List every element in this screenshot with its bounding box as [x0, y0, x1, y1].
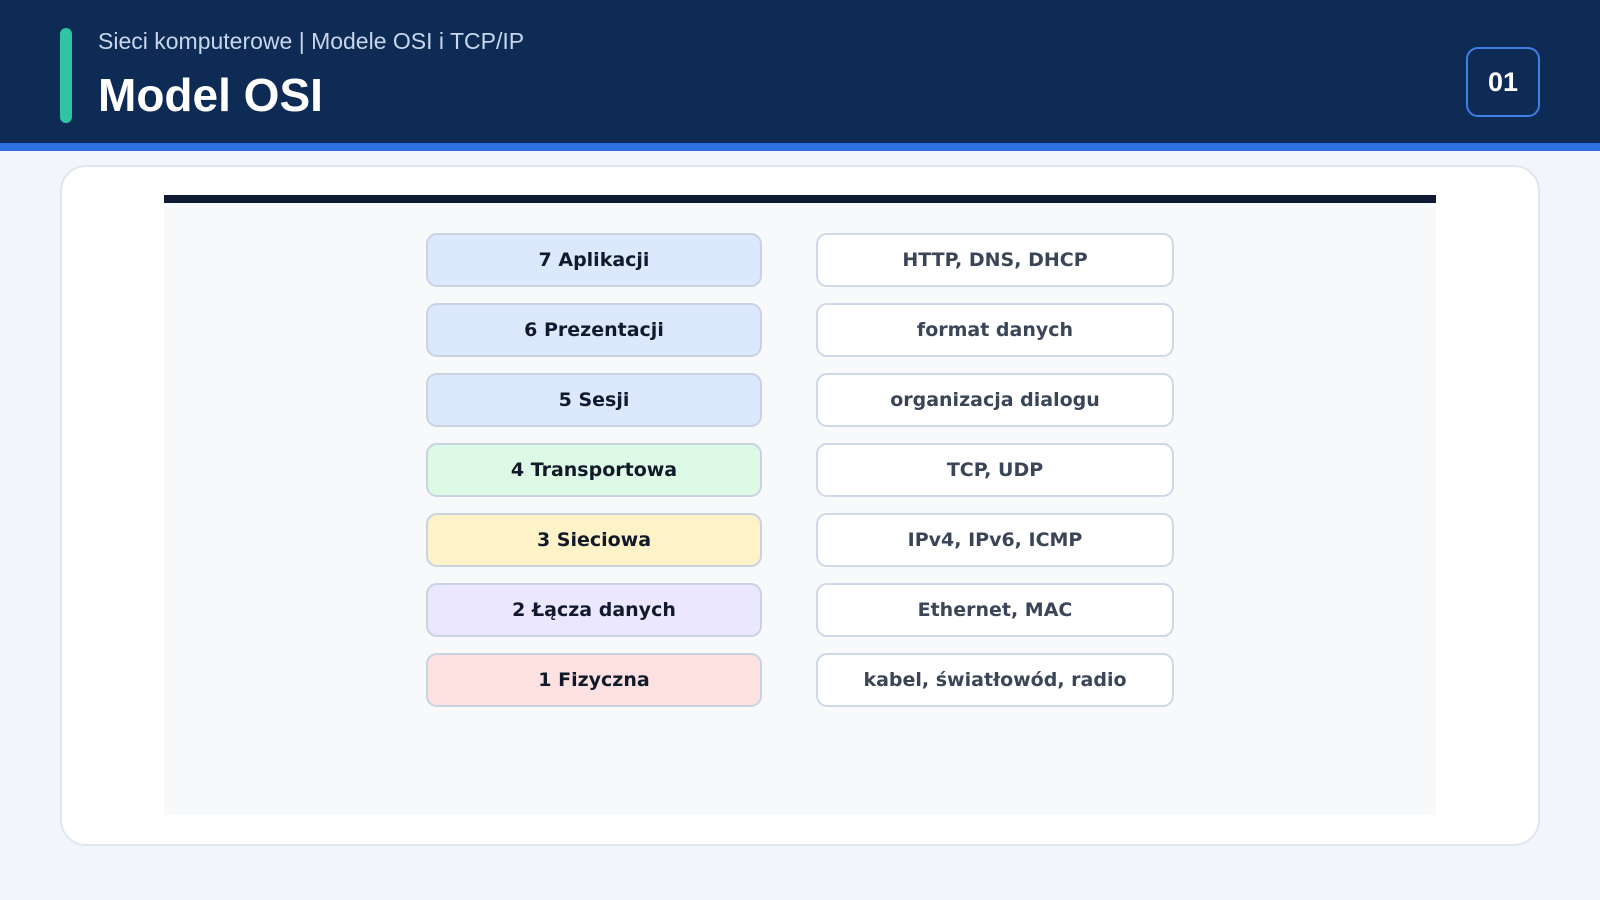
- osi-layer-4: 4 Transportowa: [426, 443, 762, 497]
- osi-layer-5: 5 Sesji: [426, 373, 762, 427]
- diagram-top-rule: [164, 195, 1436, 203]
- osi-layer-1: 1 Fizyczna: [426, 653, 762, 707]
- osi-diagram: 7 Aplikacji HTTP, DNS, DHCP 6 Prezentacj…: [164, 195, 1436, 815]
- osi-layer-2-protocols: Ethernet, MAC: [816, 583, 1174, 637]
- page-number-badge: 01: [1466, 47, 1540, 117]
- osi-layer-6: 6 Prezentacji: [426, 303, 762, 357]
- slide-subtitle: Sieci komputerowe | Modele OSI i TCP/IP: [98, 28, 525, 54]
- osi-layer-5-protocols: organizacja dialogu: [816, 373, 1174, 427]
- osi-layer-7-protocols: HTTP, DNS, DHCP: [816, 233, 1174, 287]
- osi-layer-3-protocols: IPv4, IPv6, ICMP: [816, 513, 1174, 567]
- osi-layer-2: 2 Łącza danych: [426, 583, 762, 637]
- osi-layer-3: 3 Sieciowa: [426, 513, 762, 567]
- osi-layer-7: 7 Aplikacji: [426, 233, 762, 287]
- slide-title: Model OSI: [98, 69, 323, 121]
- accent-bar: [60, 28, 72, 123]
- osi-layer-1-protocols: kabel, światłowód, radio: [816, 653, 1174, 707]
- osi-layer-4-protocols: TCP, UDP: [816, 443, 1174, 497]
- osi-layer-6-protocols: format danych: [816, 303, 1174, 357]
- header-stripe: [0, 143, 1600, 151]
